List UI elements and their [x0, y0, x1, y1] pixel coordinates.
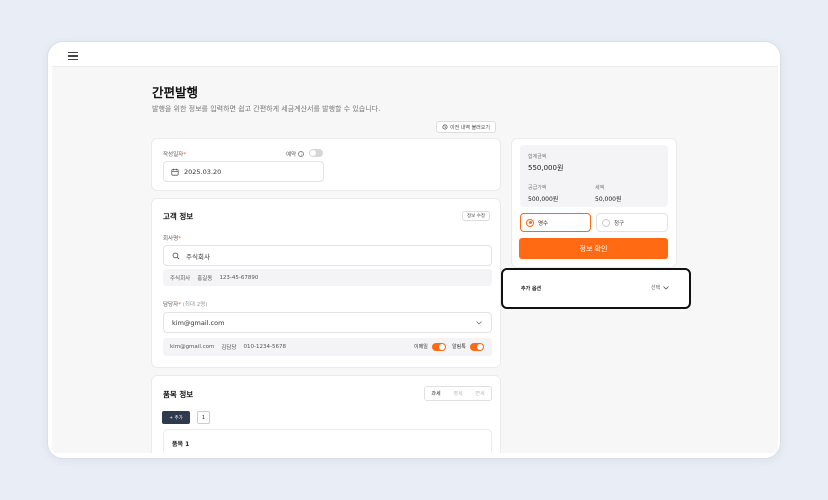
edit-info-button[interactable]: 정보 수정 — [462, 211, 490, 221]
additional-options-select[interactable]: 선택 — [651, 284, 669, 291]
claim-label: 청구 — [614, 220, 625, 227]
alimtalk-toggle-label: 알림톡 — [452, 344, 466, 350]
manager-label: 담당자 — [163, 302, 179, 308]
tab-taxable[interactable]: 과세 — [425, 387, 447, 400]
customer-card: 고객 정보 정보 수정 회사명* 주식회사 주식회사 홍길동 123-45-67… — [151, 198, 501, 368]
date-card: 작성일자* 예약 i 2025.03.20 — [151, 138, 501, 191]
contact-phone: 010-1234-5678 — [243, 344, 286, 350]
required-mark: * — [178, 236, 181, 242]
amount-summary-box: 합계금액 550,000원 공급가액 500,000원 세액 50,000원 — [520, 145, 668, 207]
history-icon — [442, 124, 448, 130]
tax-type-tabs: 과세 영세 면세 — [424, 386, 492, 401]
top-bar — [52, 45, 778, 67]
date-value: 2025.03.20 — [184, 167, 222, 176]
app-screen: 간편발행 발행을 위한 정보를 입력하면 쉽고 간편하게 세금계산서를 발행할 … — [52, 45, 778, 453]
item-count-button[interactable]: 1 — [197, 411, 210, 424]
date-field[interactable]: 2025.03.20 — [163, 161, 324, 182]
load-previous-label: 이전 내역 불러오기 — [450, 124, 490, 131]
manager-select[interactable]: kim@gmail.com — [163, 312, 492, 333]
date-label: 작성일자 — [163, 152, 184, 158]
receipt-option[interactable]: 영수 — [520, 213, 591, 232]
info-icon: i — [298, 151, 305, 157]
page-subtitle: 발행을 위한 정보를 입력하면 쉽고 간편하게 세금계산서를 발행할 수 있습니… — [152, 105, 381, 113]
manager-contact-row: kim@gmail.com 김담당 010-1234-5678 이메일 알림톡 — [163, 338, 492, 356]
chevron-down-icon — [663, 285, 669, 290]
company-name: 주식회사 — [170, 275, 191, 282]
company-label: 회사명 — [163, 236, 179, 242]
tab-tax-exempt[interactable]: 면세 — [469, 387, 491, 400]
manager-label-group: 담당자* (최대 2명) — [163, 300, 207, 308]
item-title: 품목 1 — [172, 441, 190, 448]
reserve-label: 예약 — [286, 152, 297, 158]
reserve-toggle[interactable] — [309, 149, 323, 157]
email-toggle-label: 이메일 — [414, 344, 428, 350]
contact-name: 김담당 — [221, 345, 237, 351]
claim-option[interactable]: 청구 — [596, 213, 668, 232]
additional-options-label: 추가 옵션 — [521, 286, 542, 292]
search-icon — [172, 252, 180, 260]
chevron-down-icon — [476, 321, 482, 325]
calendar-icon — [171, 168, 179, 176]
company-value: 주식회사 — [186, 252, 210, 261]
total-label: 합계금액 — [528, 154, 547, 160]
supply-value: 500,000원 — [528, 196, 559, 203]
menu-icon[interactable] — [68, 52, 78, 60]
tab-zero-rated[interactable]: 영세 — [447, 387, 469, 400]
representative-name: 홍길동 — [197, 275, 213, 282]
load-previous-button[interactable]: 이전 내역 불러오기 — [436, 121, 496, 133]
confirm-info-button[interactable]: 정보 확인 — [519, 238, 668, 259]
customer-section-title: 고객 정보 — [163, 212, 194, 221]
receipt-radio — [526, 218, 534, 227]
supply-label: 공급가액 — [528, 185, 547, 191]
alimtalk-toggle[interactable] — [470, 343, 484, 351]
items-section-title: 품목 정보 — [163, 390, 194, 399]
item-card: 품목 1 — [163, 429, 492, 453]
manager-hint: (최대 2명) — [182, 302, 208, 308]
tax-value: 50,000원 — [595, 196, 622, 203]
reserve-group: 예약 i — [286, 150, 305, 158]
page-title: 간편발행 — [152, 85, 199, 100]
add-item-button[interactable]: + 추가 — [162, 411, 190, 424]
date-label-group: 작성일자* — [163, 150, 186, 158]
company-search-input[interactable]: 주식회사 — [163, 245, 492, 266]
company-label-group: 회사명* — [163, 234, 181, 242]
contact-email: kim@gmail.com — [170, 344, 215, 350]
claim-radio — [602, 218, 610, 227]
select-label: 선택 — [651, 285, 661, 291]
manager-email-value: kim@gmail.com — [172, 318, 225, 327]
total-value: 550,000원 — [528, 164, 564, 172]
tax-label: 세액 — [595, 185, 605, 191]
receipt-label: 영수 — [538, 220, 549, 227]
business-number: 123-45-67890 — [219, 274, 259, 281]
required-mark: * — [178, 302, 181, 308]
required-mark: * — [183, 152, 186, 158]
additional-options-box[interactable]: 추가 옵션 선택 — [501, 268, 691, 309]
email-toggle[interactable] — [432, 343, 446, 351]
company-info-row: 주식회사 홍길동 123-45-67890 — [163, 269, 492, 286]
